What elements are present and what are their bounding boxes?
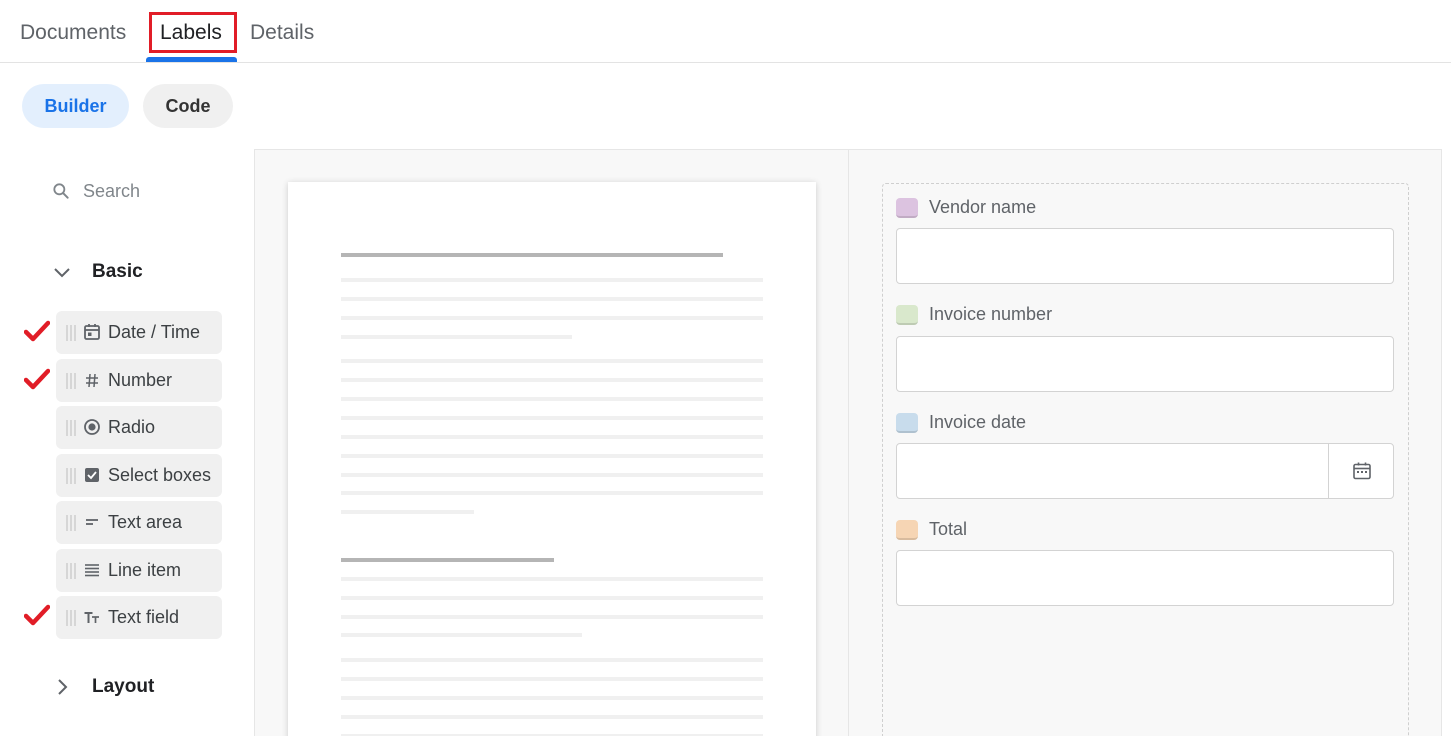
field-label-invoice-number: Invoice number [929,304,1053,324]
drag-handle-icon [66,325,76,341]
doc-text-line [341,316,763,320]
doc-text-line [341,473,763,477]
check-mark-icon [24,604,50,626]
label-color-swatch [896,305,918,325]
doc-text-line [341,397,763,401]
code-button[interactable]: Code [143,84,233,128]
field-label-vendor-name: Vendor name [929,197,1037,217]
doc-text-line [341,696,763,700]
component-label: Date / Time [108,322,201,342]
doc-text-line [341,335,572,339]
tab-details[interactable]: Details [250,0,314,63]
section-title: Basic [92,261,143,282]
doc-text-line [341,615,763,619]
doc-text-line [341,359,763,363]
component-search[interactable]: Search [44,170,224,212]
drag-handle-icon [66,468,76,484]
doc-text-line [341,577,763,581]
label-color-swatch [896,198,918,218]
search-icon [53,183,69,199]
component-label: Radio [108,417,156,437]
doc-heading-line [341,253,723,257]
builder-button[interactable]: Builder [22,84,129,128]
drag-handle-icon [66,373,76,389]
vendor-name-input[interactable] [896,228,1394,284]
hash-icon [86,373,98,388]
drag-handle-icon [66,563,76,579]
invoice-date-input[interactable] [896,443,1394,499]
drag-handle-icon [66,420,76,436]
section-basic[interactable]: Basic [50,257,220,287]
field-label-total: Total [929,519,968,539]
doc-heading-line [341,558,554,562]
canvas-divider [848,149,849,736]
component-text-field[interactable]: Text field [56,596,222,639]
lines-icon [85,564,99,577]
component-label: Line item [108,560,182,580]
doc-text-line [341,658,763,662]
doc-text-line [341,297,763,301]
doc-text-line [341,454,763,458]
check-mark-icon [24,368,50,390]
invoice-number-input[interactable] [896,336,1394,392]
component-label: Select boxes [108,465,212,485]
calendar-icon [84,324,100,340]
chevron-right-icon [58,679,68,695]
tab-bar: Documents Labels Details [0,0,1451,63]
component-date-time[interactable]: Date / Time [56,311,222,354]
component-label: Text field [108,607,180,627]
component-text-area[interactable]: Text area [56,501,222,544]
check-mark-icon [24,320,50,342]
component-label: Text area [108,512,183,532]
doc-text-line [341,278,763,282]
doc-text-line [341,491,763,495]
tab-documents[interactable]: Documents [20,0,126,63]
doc-text-line [341,435,763,439]
date-picker-button[interactable] [1328,443,1394,499]
doc-text-line [341,378,763,382]
doc-text-line [341,677,763,681]
checkbox-icon [85,468,99,482]
component-number[interactable]: Number [56,359,222,402]
doc-text-line [341,596,763,600]
active-tab-indicator [146,57,237,62]
search-input[interactable]: Search [83,181,140,202]
tab-labels-highlight [149,12,237,53]
short-text-icon [86,519,98,525]
component-line-item[interactable]: Line item [56,549,222,592]
doc-text-line [341,510,474,514]
drag-handle-icon [66,610,76,626]
doc-text-line [341,715,763,719]
total-input[interactable] [896,550,1394,606]
label-color-swatch [896,413,918,433]
section-layout[interactable]: Layout [50,672,220,702]
label-color-swatch [896,520,918,540]
radio-icon [84,419,100,435]
chevron-down-icon [54,268,70,278]
component-label: Number [108,370,173,390]
component-radio[interactable]: Radio [56,406,222,449]
document-preview [288,182,816,736]
section-title: Layout [92,676,155,697]
field-label-invoice-date: Invoice date [929,412,1027,432]
doc-text-line [341,416,763,420]
component-select-boxes[interactable]: Select boxes [56,454,222,497]
text-format-icon [84,612,99,623]
doc-text-line [341,633,582,637]
drag-handle-icon [66,515,76,531]
calendar-icon [1353,462,1371,480]
